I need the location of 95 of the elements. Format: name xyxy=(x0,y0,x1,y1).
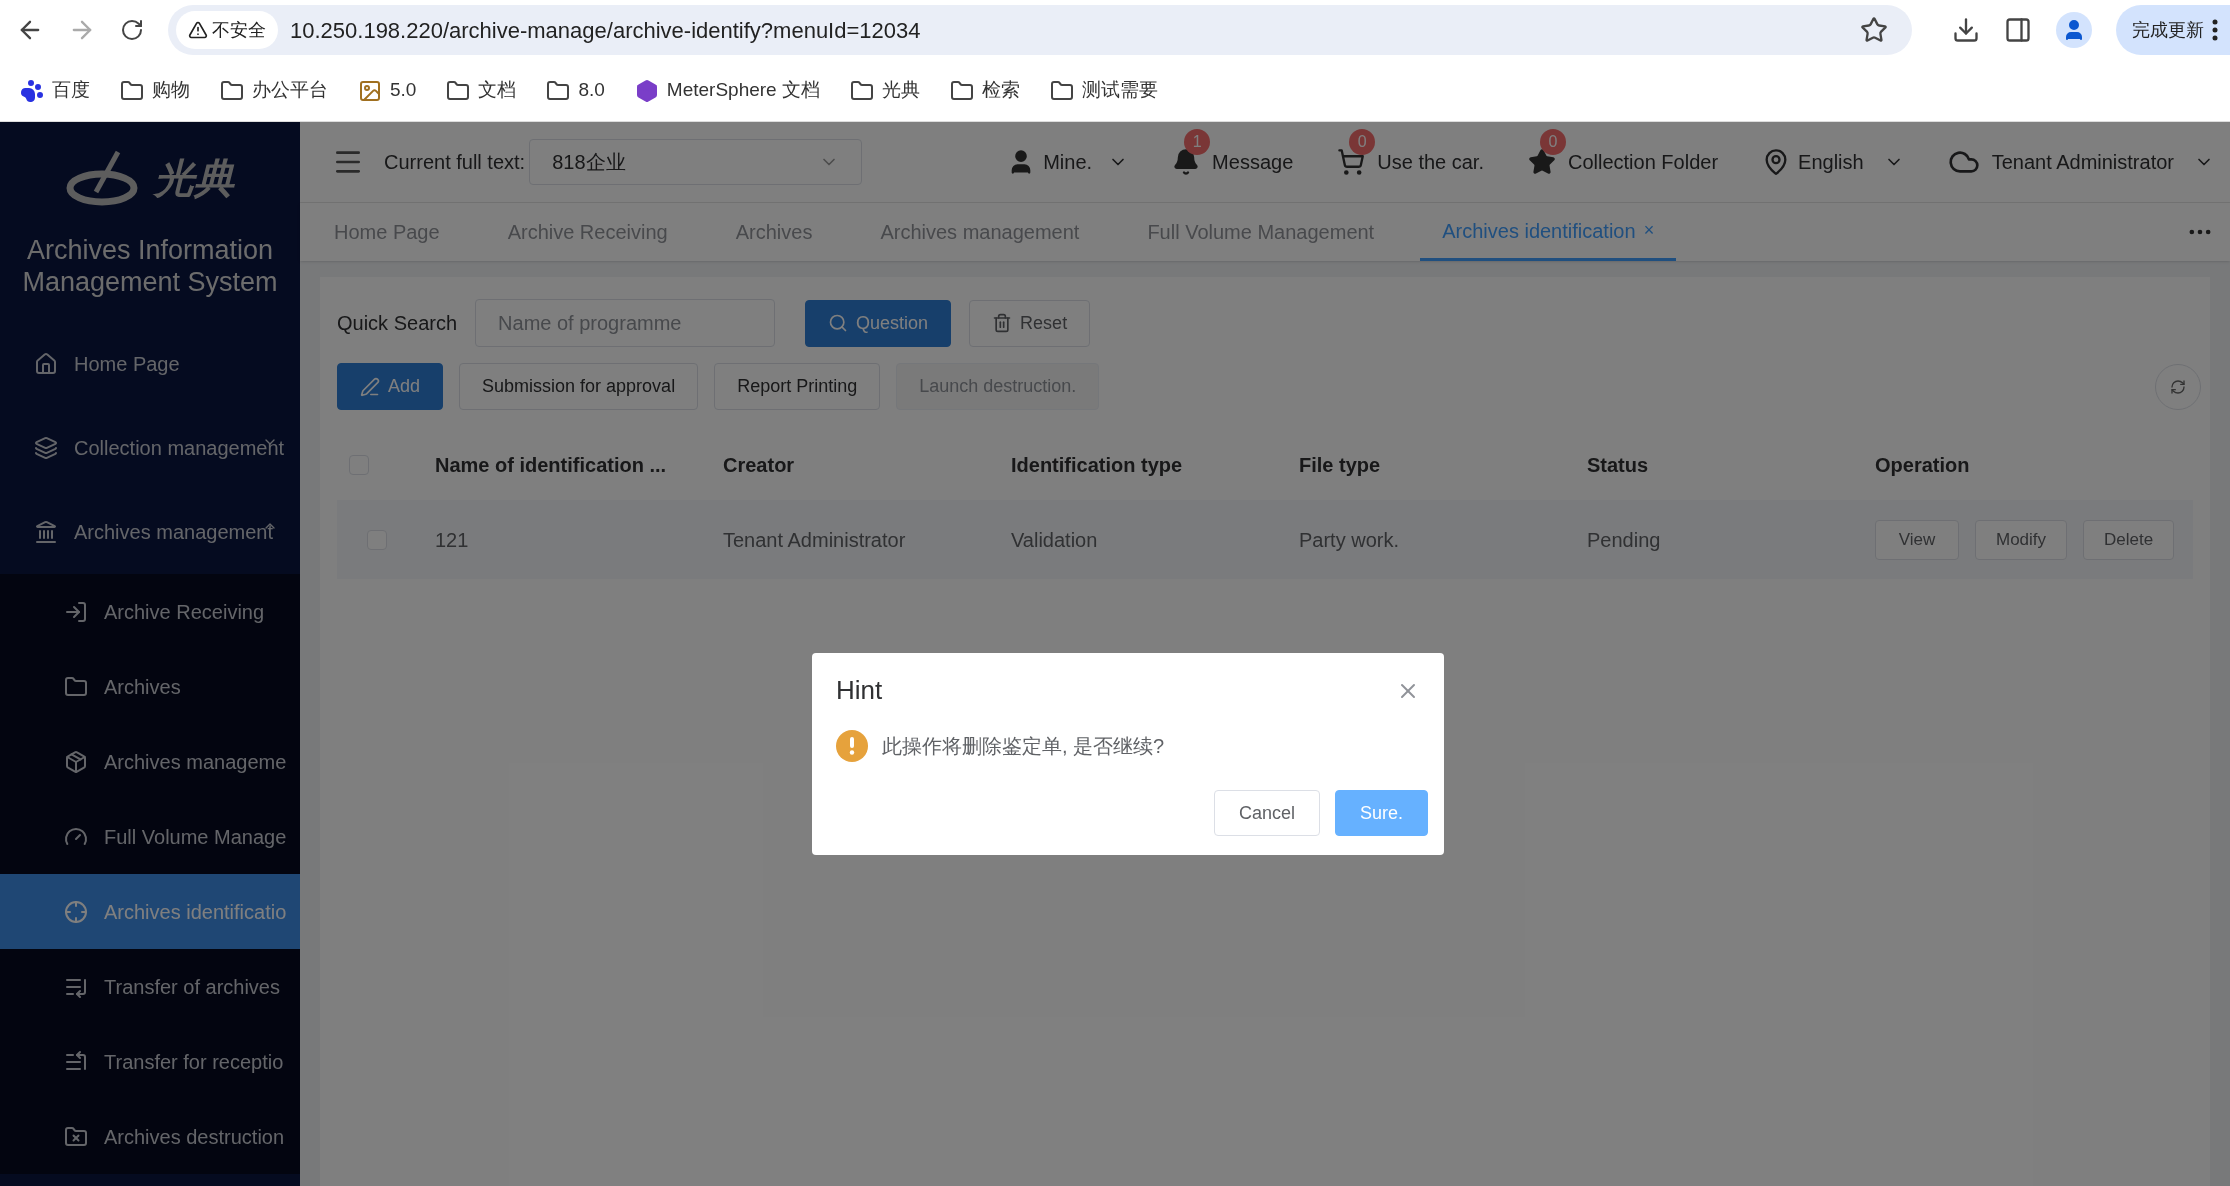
action-button[interactable]: Report Printing xyxy=(714,363,881,410)
row-action-button[interactable]: Delete xyxy=(2083,519,2175,560)
trash-icon xyxy=(992,313,1013,333)
sidebar-subitem[interactable]: Archives xyxy=(0,649,300,724)
package-icon xyxy=(64,749,88,774)
bookmark-item[interactable]: 百度 xyxy=(20,76,90,105)
folder-icon xyxy=(120,78,144,103)
bookmark-item[interactable]: MeterSphere 文档 xyxy=(634,76,820,105)
column-header: Name of identification ... xyxy=(435,453,668,478)
dialog-title: Hint xyxy=(836,674,883,707)
profile-icon[interactable] xyxy=(2056,12,2092,48)
security-chip[interactable]: 不安全 xyxy=(176,11,278,49)
action-button[interactable]: Submission for approval xyxy=(459,363,699,410)
search-field[interactable]: Name of programme xyxy=(475,299,776,347)
count-badge: 0 xyxy=(1540,129,1566,155)
bookmark-item[interactable]: 办公平台 xyxy=(220,76,328,105)
more-icon xyxy=(2212,19,2218,41)
quick-search-label: Quick Search xyxy=(337,311,458,336)
bell-icon xyxy=(1172,148,1201,176)
language-menu[interactable]: English xyxy=(1762,147,1904,177)
row-action-button[interactable]: Modify xyxy=(1975,519,2068,560)
column-header: File type xyxy=(1299,453,1382,478)
url-text: 10.250.198.220/archive-manage/archive-identify?menuId=12034 xyxy=(290,16,922,45)
sidebar-subitem[interactable]: Transfer for receptio xyxy=(0,1024,300,1099)
user-menu[interactable]: Mine. xyxy=(1007,147,1129,177)
sidebar-subitem[interactable]: Archives identificatio xyxy=(0,874,300,949)
pen-icon xyxy=(360,376,380,397)
confirm-button[interactable]: Sure. xyxy=(1334,790,1428,836)
system-title: Archives Information Management System xyxy=(21,234,279,298)
sidebar-subitem[interactable]: Full Volume Manage xyxy=(0,799,300,874)
folder-icon xyxy=(1049,78,1074,103)
bookmark-item[interactable]: 检索 xyxy=(949,76,1020,105)
search-button[interactable]: Question xyxy=(805,299,952,347)
count-badge: 0 xyxy=(1349,129,1376,155)
bookmark-item[interactable]: 文档 xyxy=(446,76,517,105)
tab-close[interactable]: × xyxy=(1643,217,1655,244)
table-cell: Party work. xyxy=(1299,500,1587,579)
address-bar[interactable]: 不安全 10.250.198.220/archive-manage/archive-identify?menuId=12034 xyxy=(168,5,1912,55)
sidebar-subitem[interactable]: Archives destruction xyxy=(0,1099,300,1174)
page-tab[interactable]: Archives identification × xyxy=(1420,203,1677,261)
cancel-button[interactable]: Cancel xyxy=(1213,790,1320,836)
side-panel-icon[interactable] xyxy=(2004,16,2032,44)
folder-icon xyxy=(849,78,874,103)
cart-icon xyxy=(1337,148,1366,176)
search-icon xyxy=(828,313,849,333)
add-button[interactable]: Add xyxy=(337,363,444,410)
cube-icon xyxy=(634,78,659,103)
table-cell: Validation xyxy=(1011,500,1299,579)
count-badge: 1 xyxy=(1184,129,1211,155)
dialog-message: 此操作将删除鉴定单, 是否继续? xyxy=(882,734,1165,759)
sidebar-subitem[interactable]: Archive Receiving xyxy=(0,574,300,649)
folder-icon xyxy=(546,78,571,103)
column-header: Status xyxy=(1587,453,1650,478)
sidebar-subitem[interactable]: Archives manageme xyxy=(0,724,300,799)
paw-icon xyxy=(20,78,44,103)
bookmark-item[interactable]: 测试需要 xyxy=(1049,76,1158,105)
enter-icon xyxy=(64,599,88,624)
table-cell: 121 xyxy=(435,500,723,579)
bookmark-item[interactable]: 8.0 xyxy=(546,76,605,105)
warning-icon xyxy=(836,730,868,762)
sidebar-item[interactable]: Home Page xyxy=(0,322,300,406)
stack-icon xyxy=(34,436,58,460)
update-button[interactable]: 完成更新 xyxy=(2116,5,2230,55)
reset-button[interactable]: Reset xyxy=(969,299,1091,347)
warning-icon xyxy=(188,20,208,40)
home-icon xyxy=(34,352,58,376)
sidebar-item[interactable]: Archives management xyxy=(0,490,300,574)
reload-icon[interactable] xyxy=(120,18,144,42)
column-header: Creator xyxy=(723,453,796,478)
bookmark-item[interactable]: 购物 xyxy=(120,76,190,105)
refresh-icon xyxy=(2170,378,2186,395)
table-cell: Pending xyxy=(1587,500,1875,579)
row-action-button[interactable]: View xyxy=(1875,519,1959,560)
bookmark-star-icon[interactable] xyxy=(1860,16,1888,44)
current-label: Current full text: xyxy=(384,150,526,175)
table-cell: Tenant Administrator xyxy=(723,500,1011,579)
crosshair-icon xyxy=(64,899,88,924)
folder-icon xyxy=(220,78,244,103)
star-icon xyxy=(1528,148,1556,176)
folder-x-icon xyxy=(64,1124,88,1149)
tenant-menu[interactable]: Tenant Administrator xyxy=(1947,146,2214,178)
bookmark-item[interactable]: 光典 xyxy=(849,76,920,105)
company-select[interactable]: 818企业 xyxy=(529,139,863,185)
bookmark-item[interactable]: 5.0 xyxy=(358,76,417,105)
download-icon[interactable] xyxy=(1952,16,1980,44)
column-header: Identification type xyxy=(1011,453,1184,478)
sidebar-subitem[interactable]: Transfer of archives xyxy=(0,949,300,1024)
image-icon xyxy=(358,78,382,103)
folder-icon xyxy=(446,78,471,103)
folder-icon xyxy=(949,78,974,103)
folder-icon xyxy=(64,674,88,699)
column-header: Operation xyxy=(1875,453,1971,478)
sidebar-item[interactable]: Collection management xyxy=(0,406,300,490)
logo-text: 光典 xyxy=(154,155,234,202)
bank-icon xyxy=(34,520,58,544)
